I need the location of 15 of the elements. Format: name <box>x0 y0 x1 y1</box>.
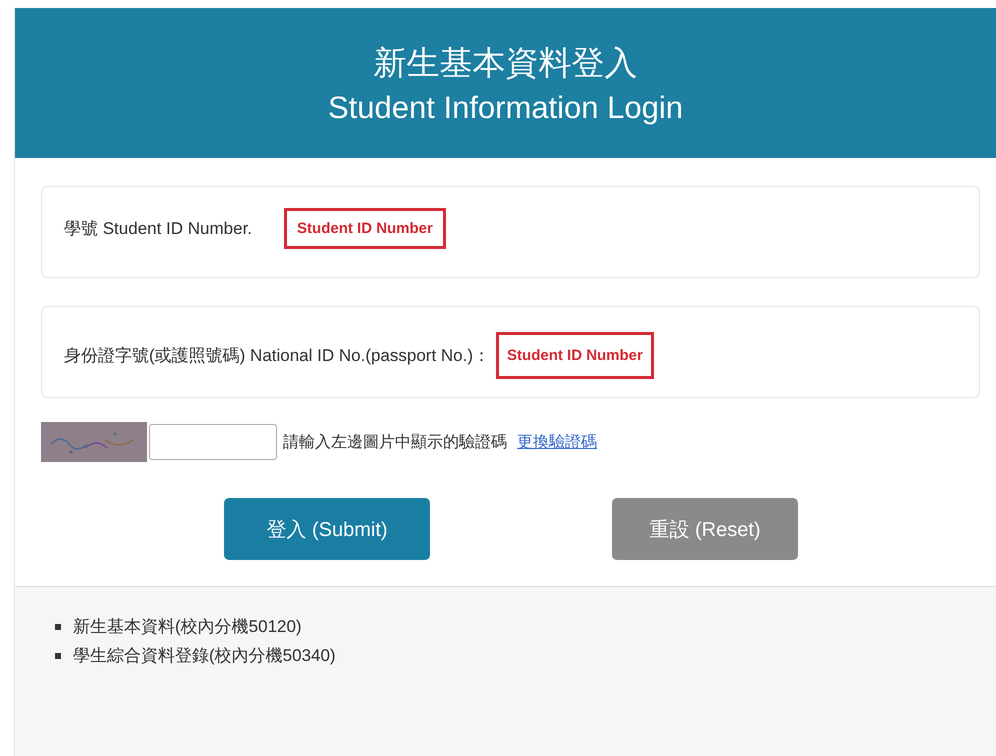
annotation-label: Student ID Number <box>284 208 446 248</box>
annotation-label: Student ID Number <box>496 332 654 378</box>
refresh-captcha-link[interactable]: 更換驗證碼 <box>517 432 597 452</box>
page-subtitle: Student Information Login <box>328 90 684 126</box>
footer-item: 學生綜合資料登錄(校內分機50340) <box>73 645 336 667</box>
reset-button[interactable]: 重設 (Reset) <box>612 498 798 560</box>
field-label: 學號 Student ID Number. <box>64 218 252 240</box>
bullet-icon <box>55 652 61 658</box>
page-title: 新生基本資料登入 <box>374 42 638 84</box>
field-label: 身份證字號(或護照號碼) National ID No.(passport No.)： <box>64 344 490 366</box>
captcha-input[interactable] <box>149 424 277 460</box>
footer-item: 新生基本資料(校內分機50120) <box>73 616 302 638</box>
submit-button[interactable]: 登入 (Submit) <box>224 498 430 560</box>
captcha-hint: 請輸入左邊圖片中顯示的驗證碼 <box>283 432 507 452</box>
bullet-icon <box>55 624 61 630</box>
